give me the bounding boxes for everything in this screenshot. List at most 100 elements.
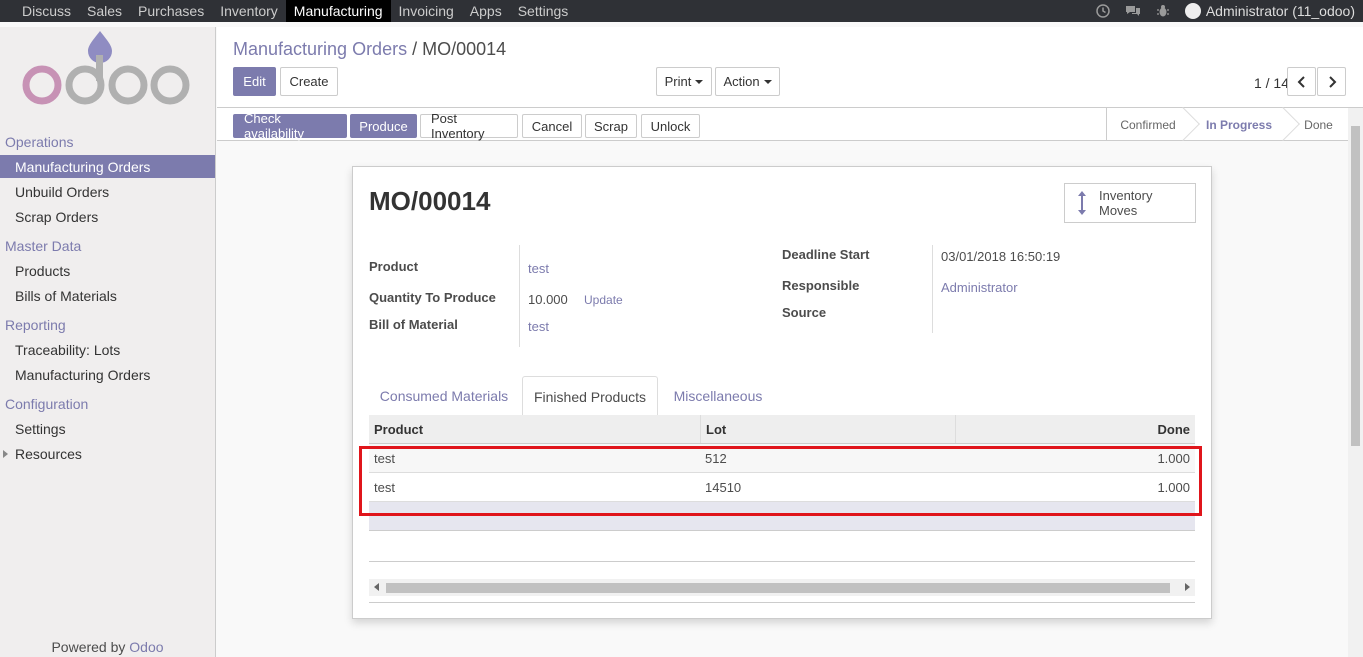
user-name: Administrator (11_odoo) <box>1205 3 1355 19</box>
highlight-annotation <box>359 446 1202 516</box>
powered-by-text: Powered by <box>51 639 126 655</box>
product-field[interactable]: test <box>528 261 549 276</box>
produce-button[interactable]: Produce <box>350 114 417 138</box>
responsible-field[interactable]: Administrator <box>941 280 1018 295</box>
divider <box>369 561 1195 562</box>
odoo-logo <box>22 31 190 105</box>
arrows-v-icon <box>1065 190 1099 216</box>
section-master-data: Master Data <box>5 238 82 254</box>
product-label: Product <box>369 259 419 274</box>
menu-apps[interactable]: Apps <box>462 0 510 22</box>
inventory-moves-label: Inventory Moves <box>1099 188 1152 218</box>
post-inventory-button[interactable]: Post Inventory <box>420 111 518 141</box>
breadcrumb-separator: / <box>412 39 418 59</box>
stage-in-progress[interactable]: In Progress <box>1189 107 1300 141</box>
menu-discuss[interactable]: Discuss <box>14 0 79 22</box>
field-divider <box>519 245 520 347</box>
sidebar-item-bills-of-materials[interactable]: Bills of Materials <box>0 284 215 307</box>
update-quantity-button[interactable]: Update <box>584 293 623 307</box>
sidebar-item-unbuild-orders[interactable]: Unbuild Orders <box>0 180 215 203</box>
divider <box>369 602 1195 603</box>
chat-icon[interactable] <box>1125 3 1141 19</box>
tab-miscellaneous[interactable]: Miscellaneous <box>659 376 777 416</box>
tab-finished-products[interactable]: Finished Products <box>522 376 658 417</box>
scroll-right-icon[interactable] <box>1185 583 1190 591</box>
chevron-right-icon <box>1328 75 1336 88</box>
statusbar: Check availability Produce Post Inventor… <box>217 107 1348 141</box>
scrollbar-thumb[interactable] <box>1351 126 1360 446</box>
powered-by-link[interactable]: Odoo <box>129 639 163 655</box>
bug-icon[interactable] <box>1155 3 1171 19</box>
top-navbar: Discuss Sales Purchases Inventory Manufa… <box>0 0 1363 22</box>
source-label: Source <box>782 305 827 320</box>
menu-purchases[interactable]: Purchases <box>130 0 212 22</box>
status-stages: Confirmed In Progress Done <box>1106 107 1348 141</box>
sidebar-item-resources-label: Resources <box>15 445 82 462</box>
horizontal-scrollbar[interactable] <box>369 579 1195 596</box>
powered-by: Powered by Odoo <box>0 639 215 655</box>
sidebar-item-products[interactable]: Products <box>0 259 215 282</box>
vertical-scrollbar[interactable] <box>1348 108 1363 657</box>
sidebar-item-scrap-orders[interactable]: Scrap Orders <box>0 205 215 228</box>
bill-of-material-label: Bill of Material <box>369 317 458 332</box>
chevron-left-icon <box>1297 75 1305 88</box>
scroll-left-icon[interactable] <box>374 583 379 591</box>
caret-down-icon <box>763 79 772 84</box>
avatar <box>1184 3 1201 19</box>
clock-icon[interactable] <box>1095 3 1111 19</box>
cancel-button[interactable]: Cancel <box>522 114 582 138</box>
section-reporting: Reporting <box>5 317 66 333</box>
stage-confirmed[interactable]: Confirmed <box>1107 107 1200 141</box>
column-header-done[interactable]: Done <box>955 415 1195 443</box>
systray: Administrator (11_odoo) <box>1095 0 1363 22</box>
menu-manufacturing[interactable]: Manufacturing <box>285 0 391 22</box>
horizontal-scrollbar-thumb[interactable] <box>386 583 1170 593</box>
unlock-button[interactable]: Unlock <box>641 114 700 138</box>
caret-down-icon <box>695 79 704 84</box>
user-menu[interactable]: Administrator (11_odoo) <box>1184 3 1355 19</box>
sidebar-item-traceability-lots[interactable]: Traceability: Lots <box>0 338 215 361</box>
column-header-lot[interactable]: Lot <box>700 415 955 443</box>
sidebar-item-settings[interactable]: Settings <box>0 417 215 440</box>
sidebar-item-manufacturing-orders[interactable]: Manufacturing Orders <box>0 155 215 178</box>
app-menu: Discuss Sales Purchases Inventory Manufa… <box>0 0 576 22</box>
menu-settings[interactable]: Settings <box>510 0 577 22</box>
create-button[interactable]: Create <box>280 67 338 96</box>
check-availability-button[interactable]: Check availability <box>233 111 347 141</box>
sidebar: Operations Manufacturing Orders Unbuild … <box>0 27 216 657</box>
notebook-tabs: Consumed Materials Finished Products Mis… <box>369 376 1195 417</box>
responsible-label: Responsible <box>782 278 860 293</box>
stage-done-label: Done <box>1304 117 1333 132</box>
section-operations: Operations <box>5 134 74 150</box>
section-configuration: Configuration <box>5 396 89 412</box>
column-header-product[interactable]: Product <box>369 415 700 443</box>
menu-sales[interactable]: Sales <box>79 0 130 22</box>
action-dropdown[interactable]: Action <box>715 67 780 96</box>
sidebar-item-reporting-manufacturing-orders[interactable]: Manufacturing Orders <box>0 363 215 386</box>
menu-inventory[interactable]: Inventory <box>212 0 286 22</box>
stage-done[interactable]: Done <box>1289 108 1348 141</box>
print-label: Print <box>664 74 692 89</box>
breadcrumb-parent[interactable]: Manufacturing Orders <box>233 39 407 59</box>
tab-consumed-materials[interactable]: Consumed Materials <box>369 376 519 416</box>
field-divider <box>932 245 933 333</box>
inventory-moves-button[interactable]: Inventory Moves <box>1064 183 1196 223</box>
control-panel: Manufacturing Orders / MO/00014 Edit Cre… <box>217 27 1363 108</box>
quantity-to-produce-label: Quantity To Produce <box>369 290 496 305</box>
inventory-moves-line2: Moves <box>1099 203 1138 218</box>
form-sheet: MO/00014 Inventory Moves Product test Qu… <box>352 166 1212 619</box>
pager-next-button[interactable] <box>1317 67 1346 96</box>
bill-of-material-field[interactable]: test <box>528 319 549 334</box>
breadcrumb-current: MO/00014 <box>422 39 507 59</box>
menu-invoicing[interactable]: Invoicing <box>391 0 462 22</box>
edit-button[interactable]: Edit <box>233 67 276 96</box>
scrap-button[interactable]: Scrap <box>585 114 637 138</box>
deadline-start-field: 03/01/2018 16:50:19 <box>941 249 1061 264</box>
sidebar-item-resources[interactable]: Resources <box>0 442 215 465</box>
quantity-to-produce-field: 10.000 <box>528 292 568 307</box>
pager-previous-button[interactable] <box>1287 67 1316 96</box>
stage-in-progress-label: In Progress <box>1205 117 1273 132</box>
action-label: Action <box>723 74 760 89</box>
table-header: Product Lot Done <box>369 415 1195 444</box>
print-dropdown[interactable]: Print <box>656 67 712 96</box>
